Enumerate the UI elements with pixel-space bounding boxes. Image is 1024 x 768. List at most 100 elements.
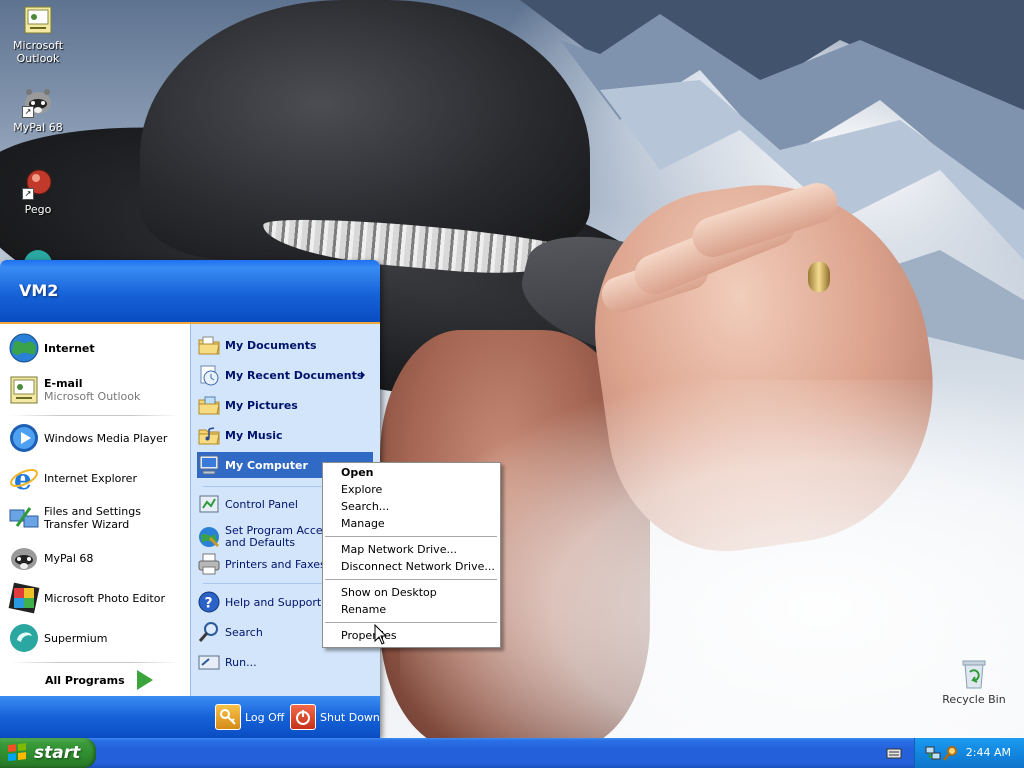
pinned-internet[interactable]: Internet [8, 332, 95, 364]
recent-transfer-wizard[interactable]: Files and Settings Transfer Wizard [8, 502, 179, 534]
recent-photo-editor-label: Microsoft Photo Editor [44, 591, 165, 605]
ctx-disconnect-network-drive[interactable]: Disconnect Network Drive... [341, 558, 495, 575]
system-tray: 2:44 AM [914, 738, 1024, 768]
start-menu-footer: Log Off Shut Down [0, 696, 380, 738]
taskbar: start 2:44 AM [0, 738, 1024, 768]
recent-internet-explorer-label: Internet Explorer [44, 471, 137, 485]
pinned-email[interactable]: E-mail Microsoft Outlook [8, 374, 140, 406]
desktop-icon-label: MyPal 68 [13, 121, 63, 134]
outlook-icon [22, 4, 54, 36]
recent-supermium-label: Supermium [44, 631, 108, 645]
media-player-icon [8, 422, 40, 454]
network-icon[interactable] [925, 745, 941, 761]
separator [10, 415, 180, 416]
desktop-icon-recycle-bin[interactable]: Recycle Bin [936, 658, 1012, 706]
ctx-search[interactable]: Search... [341, 498, 389, 515]
svg-text:?: ? [205, 596, 213, 612]
recent-media-player[interactable]: Windows Media Player [8, 422, 167, 454]
globe-icon [8, 332, 40, 364]
ring [808, 262, 830, 292]
place-my-recent-documents[interactable]: My Recent Documents [197, 362, 373, 388]
pinned-email-label: E-mail [44, 377, 83, 390]
start-label: start [34, 743, 81, 763]
system-label: Control Panel [225, 497, 298, 511]
place-label: My Computer [225, 458, 308, 472]
start-menu-programs-pane: Internet E-mail Microsoft Outlook Window… [0, 324, 190, 696]
desktop-icon-label: Recycle Bin [942, 693, 1006, 706]
shut-down-button[interactable]: Shut Down [290, 704, 380, 730]
transfer-wizard-icon [8, 502, 40, 534]
place-label: My Pictures [225, 398, 298, 412]
ctx-explore[interactable]: Explore [341, 481, 382, 498]
recent-documents-icon [197, 363, 221, 387]
system-run[interactable]: Run... [197, 649, 373, 675]
keyboard-icon[interactable] [886, 745, 902, 761]
power-icon [290, 704, 316, 730]
place-my-documents[interactable]: My Documents [197, 332, 373, 358]
outlook-icon [8, 374, 40, 406]
log-off-button[interactable]: Log Off [215, 704, 284, 730]
desktop-icon-mypal[interactable]: ↗ MyPal 68 [0, 86, 76, 134]
search-tray-icon[interactable] [943, 745, 959, 761]
supermium-icon [8, 622, 40, 654]
place-label: My Recent Documents [225, 368, 364, 382]
shortcut-arrow-icon: ↗ [22, 188, 34, 200]
desktop-icon-label: Microsoft Outlook [12, 39, 64, 65]
desktop-icon-pego[interactable]: ↗ Pego [0, 168, 76, 216]
ctx-show-on-desktop[interactable]: Show on Desktop [341, 584, 437, 601]
pinned-email-text: E-mail Microsoft Outlook [44, 377, 140, 403]
pego-icon: ↗ [22, 168, 54, 200]
start-menu-header: VM2 [0, 260, 380, 324]
run-icon [197, 650, 221, 674]
separator [325, 536, 497, 537]
recent-mypal-label: MyPal 68 [44, 551, 94, 565]
place-label: My Documents [225, 338, 317, 352]
place-label: My Music [225, 428, 283, 442]
control-panel-icon [197, 492, 221, 516]
place-my-music[interactable]: My Music [197, 422, 373, 448]
mypal-raccoon-icon [8, 542, 40, 574]
desktop-icon-label: Pego [24, 203, 52, 216]
help-icon: ? [197, 590, 221, 614]
separator [325, 579, 497, 580]
start-button[interactable]: start [0, 738, 96, 768]
all-programs-button[interactable]: All Programs [45, 669, 153, 691]
folder-pictures-icon [197, 393, 221, 417]
place-my-pictures[interactable]: My Pictures [197, 392, 373, 418]
pinned-internet-label: Internet [44, 341, 95, 355]
ctx-rename[interactable]: Rename [341, 601, 386, 618]
system-label: Search [225, 625, 263, 639]
recent-transfer-wizard-label: Files and Settings Transfer Wizard [44, 505, 141, 531]
supermium-icon [22, 248, 54, 260]
recent-media-player-label: Windows Media Player [44, 431, 168, 445]
ctx-open[interactable]: Open [341, 464, 374, 481]
ctx-manage[interactable]: Manage [341, 515, 385, 532]
recent-photo-editor[interactable]: Microsoft Photo Editor [8, 582, 165, 614]
desktop-icon-outlook[interactable]: Microsoft Outlook [0, 4, 76, 65]
recent-internet-explorer[interactable]: e Internet Explorer [8, 462, 137, 496]
separator [325, 622, 497, 623]
green-arrow-icon [136, 670, 153, 690]
windows-logo-icon [8, 743, 28, 763]
recent-mypal[interactable]: MyPal 68 [8, 542, 93, 574]
ctx-map-network-drive[interactable]: Map Network Drive... [341, 541, 457, 558]
program-access-icon [197, 525, 221, 549]
printer-icon [197, 552, 221, 576]
computer-icon [197, 453, 221, 477]
pinned-email-sub: Microsoft Outlook [44, 390, 141, 403]
separator [10, 662, 180, 663]
shortcut-arrow-icon: ↗ [22, 106, 34, 118]
folder-documents-icon [197, 333, 221, 357]
folder-music-icon [197, 423, 221, 447]
mypal-raccoon-icon: ↗ [22, 86, 54, 118]
recycle-bin-icon [958, 658, 990, 690]
clock[interactable]: 2:44 AM [966, 746, 1011, 759]
shut-down-label: Shut Down [320, 710, 380, 724]
photo-editor-icon [8, 582, 40, 614]
log-off-label: Log Off [245, 710, 285, 724]
recent-supermium[interactable]: Supermium [8, 622, 108, 654]
ctx-properties[interactable]: Properties [341, 627, 397, 644]
user-name: VM2 [19, 281, 59, 300]
search-icon [197, 620, 221, 644]
desktop-icon-partial [0, 248, 76, 260]
